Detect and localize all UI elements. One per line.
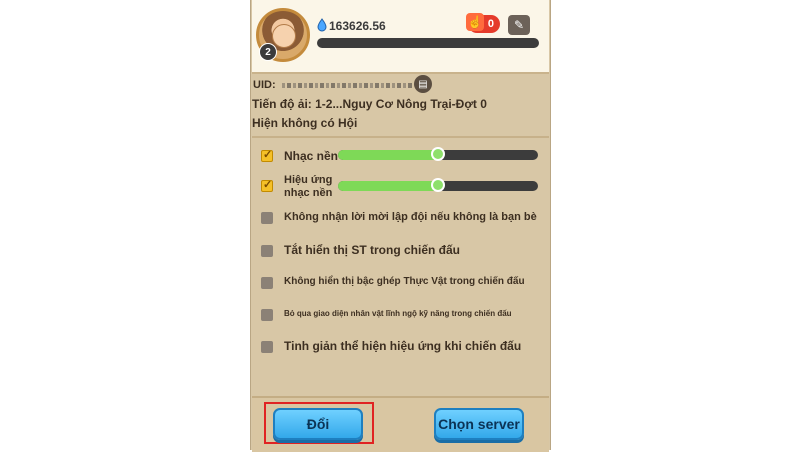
guild-status-text: Hiện không có Hội: [252, 116, 358, 130]
team-invite-label: Không nhận lời mời lập đội nếu không là …: [284, 211, 537, 223]
bgm-volume-slider[interactable]: [338, 147, 538, 161]
level-badge: 2: [259, 43, 277, 61]
bgm-checkbox[interactable]: [261, 148, 273, 162]
sfx-volume-slider[interactable]: [338, 178, 538, 192]
hide-damage-label: Tắt hiển thị ST trong chiến đấu: [284, 243, 460, 257]
choose-server-button[interactable]: Chọn server: [434, 408, 524, 440]
uid-label: UID:: [253, 79, 276, 91]
bgm-slider-fill: [338, 150, 438, 160]
coin-value: 163626.56: [329, 19, 386, 33]
simplify-effects-label: Tinh giản thể hiện hiệu ứng khi chiến đấ…: [284, 339, 522, 353]
avatar-face: [272, 24, 296, 48]
skip-skill-ui-checkbox[interactable]: [261, 309, 273, 321]
sfx-slider-fill: [338, 181, 438, 191]
hide-plant-merge-checkbox[interactable]: [261, 277, 273, 289]
edit-icon[interactable]: ✎: [508, 15, 530, 35]
coin-icon: [317, 18, 327, 32]
simplify-effects-checkbox[interactable]: [261, 341, 273, 353]
bgm-label: Nhạc nền: [284, 149, 339, 163]
sfx-label: Hiệu ứng nhạc nền: [284, 174, 333, 199]
stage-progress-text: Tiến độ ải: 1-2...Nguy Cơ Nông Trại-Đợt …: [252, 97, 487, 111]
hide-damage-checkbox[interactable]: [261, 245, 273, 257]
uid-value-masked: [282, 83, 412, 88]
sfx-slider-knob[interactable]: [431, 178, 445, 192]
team-invite-checkbox[interactable]: [261, 212, 273, 224]
hide-plant-merge-label: Không hiển thị bậc ghép Thực Vật trong c…: [284, 276, 525, 287]
switch-account-button[interactable]: Đổi: [273, 408, 363, 440]
likes-count: 0: [487, 18, 494, 30]
section-divider: [252, 136, 549, 138]
header-zigzag-border: [252, 68, 549, 76]
copy-icon[interactable]: ▤: [414, 75, 432, 93]
experience-bar: [317, 38, 539, 48]
skip-skill-ui-label: Bỏ qua giao diện nhân vật lĩnh ngộ kỹ nă…: [284, 309, 512, 318]
bgm-slider-knob[interactable]: [431, 147, 445, 161]
like-hand-icon[interactable]: ☝: [466, 13, 484, 31]
sfx-checkbox[interactable]: [261, 178, 273, 192]
